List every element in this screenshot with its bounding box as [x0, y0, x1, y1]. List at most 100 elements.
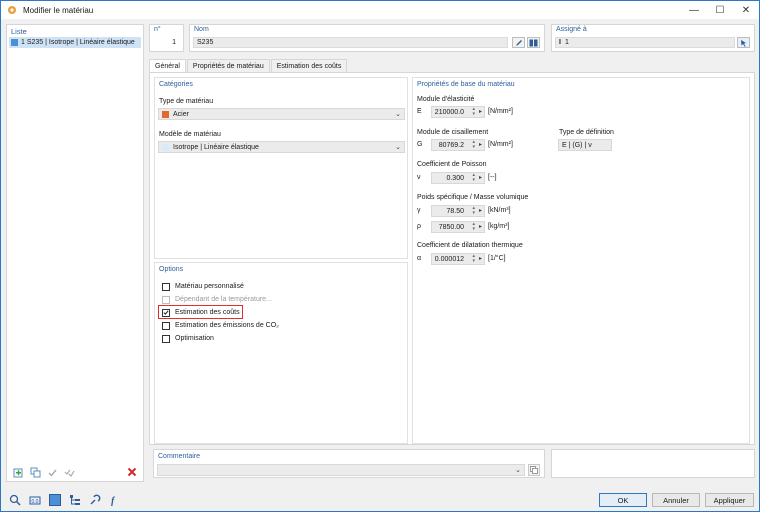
checkbox-label: Estimation des coûts — [175, 309, 240, 316]
arrow-right-icon[interactable]: ▸ — [479, 108, 482, 115]
rho-unit: [kg/m³] — [488, 223, 510, 230]
chevron-down-icon: ⌄ — [395, 144, 401, 151]
delete-icon[interactable] — [125, 466, 139, 479]
comment-copy-icon[interactable] — [528, 464, 540, 476]
check-all-icon[interactable] — [62, 466, 76, 479]
close-button[interactable]: ✕ — [733, 1, 759, 19]
poisson-label: Coefficient de Poisson — [417, 161, 487, 168]
spinner-icon[interactable]: ▴ ▾ — [472, 206, 475, 216]
material-model-dropdown[interactable]: Isotrope | Linéaire élastique ⌄ — [158, 141, 405, 153]
tab-general[interactable]: Général — [149, 59, 186, 72]
search-icon[interactable] — [8, 493, 22, 507]
checkbox-box[interactable] — [162, 282, 170, 291]
nu-input[interactable]: 0.300 ▴ ▾ ▸ — [431, 172, 485, 184]
list-header: Liste — [11, 27, 27, 36]
spinner-icon[interactable]: ▴ ▾ — [472, 222, 475, 232]
alpha-value: 0.000012 — [434, 255, 464, 263]
add-icon[interactable] — [11, 466, 25, 479]
comment-input[interactable]: ⌄ — [157, 464, 525, 476]
rho-input[interactable]: 7850.00 ▴ ▾ ▸ — [431, 221, 485, 233]
co2-estimation-checkbox[interactable]: Estimation des émissions de CO₂ — [162, 320, 279, 331]
material-model-label: Modèle de matériau — [159, 131, 221, 138]
material-type-label: Type de matériau — [159, 98, 214, 105]
gamma-symbol: γ — [417, 207, 421, 214]
definition-type-label: Type de définition — [559, 129, 614, 136]
title-bar: Modifier le matériau — ☐ ✕ — [1, 1, 759, 19]
edit-name-icon[interactable] — [512, 37, 525, 48]
alpha-unit: [1/°C] — [488, 255, 506, 262]
assigned-value: 1 — [564, 39, 569, 46]
definition-type-value: E | (G) | ν — [562, 141, 592, 149]
E-value: 210000.0 — [434, 108, 464, 116]
categories-group: Catégories Type de matériau Acier ⌄ Modè… — [154, 77, 408, 259]
cancel-button[interactable]: Annuler — [652, 493, 700, 507]
tab-bar: Général Propriétés de matériau Estimatio… — [149, 59, 348, 72]
arrow-right-icon[interactable]: ▸ — [479, 141, 482, 148]
spinner-icon[interactable]: ▴ ▾ — [472, 140, 475, 150]
gamma-unit: [kN/m³] — [488, 207, 511, 214]
number-field: 1 — [153, 37, 180, 48]
weight-label: Poids spécifique / Masse volumique — [417, 194, 529, 201]
side-empty-box — [551, 449, 755, 478]
name-box: Nom S235 — [189, 24, 545, 52]
dialog-window: Modifier le matériau — ☐ ✕ Liste 1 S235 … — [0, 0, 760, 512]
model-color-icon — [162, 143, 169, 151]
properties-title: Propriétés de base du matériau — [417, 81, 515, 88]
checkbox-box — [162, 295, 170, 304]
library-icon[interactable] — [527, 37, 540, 48]
G-value: 80769.2 — [438, 141, 464, 149]
thermal-label: Coefficient de dilatation thermique — [417, 242, 523, 249]
color-icon[interactable] — [48, 493, 62, 507]
maximize-button[interactable]: ☐ — [707, 1, 733, 19]
svg-text:f: f — [111, 496, 116, 506]
checkbox-label: Matériau personnalisé — [175, 283, 244, 290]
spinner-icon[interactable]: ▴ ▾ — [472, 254, 475, 264]
function-icon[interactable]: f — [108, 493, 122, 507]
arrow-right-icon[interactable]: ▸ — [479, 207, 482, 214]
minimize-button[interactable]: — — [681, 1, 707, 19]
material-list-panel: Liste 1 S235 | Isotrope | Linéaire élast… — [6, 24, 144, 482]
custom-material-checkbox[interactable]: Matériau personnalisé — [162, 281, 244, 292]
help-icon[interactable] — [88, 493, 102, 507]
apply-button[interactable]: Appliquer — [705, 493, 754, 507]
checkbox-label: Dépendant de la température... — [175, 296, 272, 303]
alpha-input[interactable]: 0.000012 ▴ ▾ ▸ — [431, 253, 485, 265]
G-unit: [N/mm²] — [488, 141, 513, 148]
properties-group: Propriétés de base du matériau Module d'… — [412, 77, 750, 444]
nu-value: 0.300 — [446, 174, 464, 182]
optimization-checkbox[interactable]: Optimisation — [162, 333, 214, 344]
list-item[interactable]: 1 S235 | Isotrope | Linéaire élastique — [9, 37, 141, 48]
tree-icon[interactable] — [68, 493, 82, 507]
material-type-dropdown[interactable]: Acier ⌄ — [158, 108, 405, 120]
tab-cost-estimation[interactable]: Estimation des coûts — [270, 59, 348, 72]
number-box: n° 1 — [149, 24, 184, 52]
definition-type-field[interactable]: E | (G) | ν — [558, 139, 612, 151]
check-icon[interactable] — [45, 466, 59, 479]
spinner-icon[interactable]: ▴ ▾ — [472, 107, 475, 117]
ok-button[interactable]: OK — [599, 493, 647, 507]
member-icon: I — [559, 39, 561, 46]
elasticity-label: Module d'élasticité — [417, 96, 475, 103]
E-input[interactable]: 210000.0 ▴ ▾ ▸ — [431, 106, 485, 118]
assigned-field[interactable]: I 1 — [555, 37, 735, 48]
nu-symbol: ν — [417, 174, 421, 181]
arrow-right-icon[interactable]: ▸ — [479, 255, 482, 262]
gamma-input[interactable]: 78.50 ▴ ▾ ▸ — [431, 205, 485, 217]
spinner-icon[interactable]: ▴ ▾ — [472, 173, 475, 183]
arrow-right-icon[interactable]: ▸ — [479, 174, 482, 181]
svg-text:0.0: 0.0 — [32, 499, 39, 505]
arrow-right-icon[interactable]: ▸ — [479, 223, 482, 230]
tab-material-properties[interactable]: Propriétés de matériau — [186, 59, 270, 72]
checkbox-box[interactable] — [162, 321, 170, 330]
chevron-down-icon: ⌄ — [515, 467, 521, 474]
E-symbol: E — [417, 108, 422, 115]
name-input[interactable]: S235 — [193, 37, 508, 48]
checkbox-box[interactable] — [162, 334, 170, 343]
checkbox-label: Estimation des émissions de CO₂ — [175, 322, 279, 329]
select-pick-icon[interactable] — [737, 37, 750, 48]
G-input[interactable]: 80769.2 ▴ ▾ ▸ — [431, 139, 485, 151]
checkbox-box[interactable] — [162, 308, 170, 317]
units-icon[interactable]: 0.0 — [28, 493, 42, 507]
cost-estimation-checkbox[interactable]: Estimation des coûts — [162, 307, 240, 318]
copy-icon[interactable] — [28, 466, 42, 479]
